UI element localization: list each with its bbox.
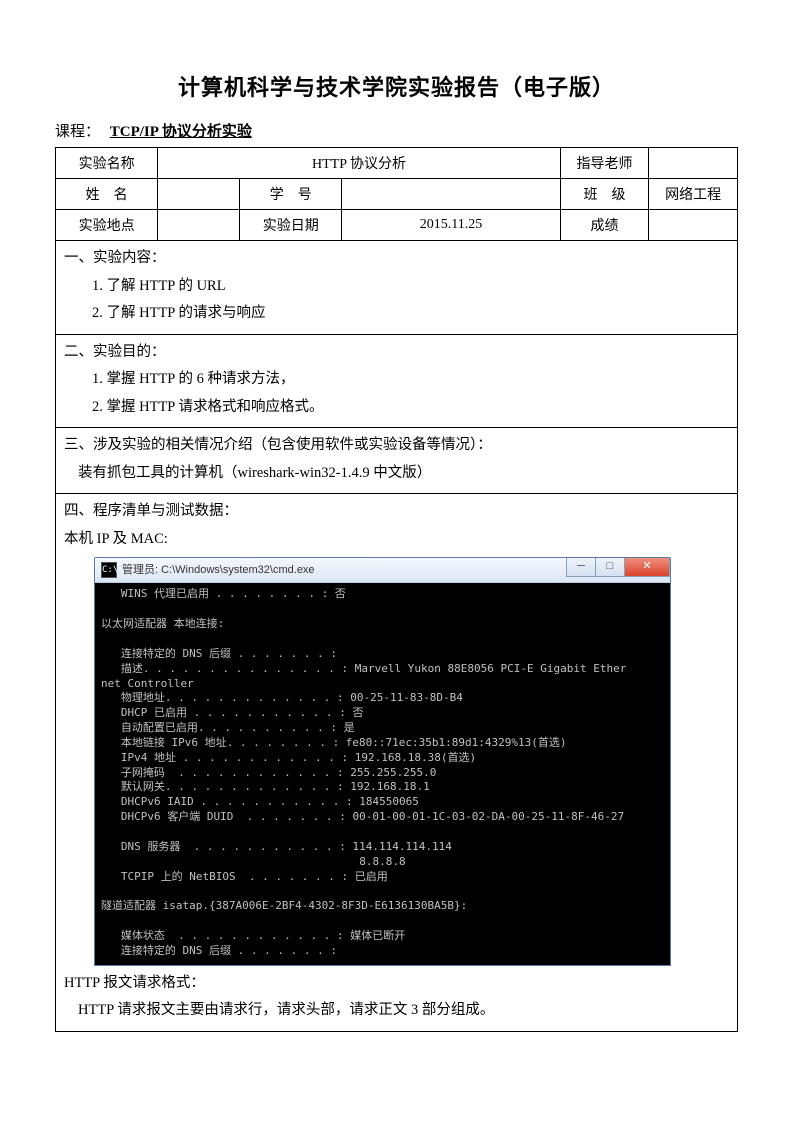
sec2-heading: 二、实验目的： bbox=[64, 339, 729, 367]
cell-teacher-label: 指导老师 bbox=[560, 148, 649, 179]
terminal-window: C:\ 管理员: C:\Windows\system32\cmd.exe ─ □… bbox=[94, 557, 671, 965]
cell-teacher-value bbox=[649, 148, 738, 179]
cell-id-value bbox=[342, 179, 560, 210]
sec4-heading: 四、程序清单与测试数据： bbox=[64, 498, 729, 526]
meta-table: 实验名称 HTTP 协议分析 指导老师 姓 名 学 号 班 级 网络工程 实验地… bbox=[55, 147, 738, 241]
cell-name-value bbox=[158, 179, 240, 210]
terminal-title: 管理员: C:\Windows\system32\cmd.exe bbox=[122, 560, 315, 581]
terminal-body: WINS 代理已启用 . . . . . . . . : 否 以太网适配器 本地… bbox=[95, 583, 670, 964]
cell-score-label: 成绩 bbox=[560, 210, 649, 241]
close-button[interactable]: ✕ bbox=[624, 558, 670, 577]
maximize-button[interactable]: □ bbox=[595, 558, 625, 577]
sec3-heading: 三、涉及实验的相关情况介绍（包含使用软件或实验设备等情况）： bbox=[64, 432, 729, 460]
section-4: 四、程序清单与测试数据： 本机 IP 及 MAC: C:\ 管理员: C:\Wi… bbox=[56, 494, 737, 1030]
course-value: TCP/IP 协议分析实验 bbox=[104, 124, 258, 140]
section-3: 三、涉及实验的相关情况介绍（包含使用软件或实验设备等情况）： 装有抓包工具的计算… bbox=[56, 428, 737, 494]
sec2-line1: 1. 掌握 HTTP 的 6 种请求方法， bbox=[64, 366, 729, 394]
cell-class-value: 网络工程 bbox=[649, 179, 738, 210]
table-row: 实验名称 HTTP 协议分析 指导老师 bbox=[56, 148, 738, 179]
section-2: 二、实验目的： 1. 掌握 HTTP 的 6 种请求方法， 2. 掌握 HTTP… bbox=[56, 335, 737, 429]
sec1-line2: 2. 了解 HTTP 的请求与响应 bbox=[64, 300, 729, 328]
report-page: 计算机科学与技术学院实验报告（电子版） 课程： TCP/IP 协议分析实验 实验… bbox=[0, 0, 793, 1032]
cell-name-label: 姓 名 bbox=[56, 179, 158, 210]
cell-class-label: 班 级 bbox=[560, 179, 649, 210]
section-1: 一、实验内容： 1. 了解 HTTP 的 URL 2. 了解 HTTP 的请求与… bbox=[56, 241, 737, 335]
sec2-line2: 2. 掌握 HTTP 请求格式和响应格式。 bbox=[64, 394, 729, 422]
cell-date-value: 2015.11.25 bbox=[342, 210, 560, 241]
minimize-button[interactable]: ─ bbox=[566, 558, 596, 577]
sec3-line1: 装有抓包工具的计算机（wireshark-win32-1.4.9 中文版） bbox=[64, 460, 729, 488]
cell-date-label: 实验日期 bbox=[240, 210, 342, 241]
sec4-sub1: 本机 IP 及 MAC: bbox=[64, 526, 729, 554]
terminal-titlebar: C:\ 管理员: C:\Windows\system32\cmd.exe ─ □… bbox=[95, 558, 670, 583]
content-box: 一、实验内容： 1. 了解 HTTP 的 URL 2. 了解 HTTP 的请求与… bbox=[55, 241, 738, 1032]
table-row: 姓 名 学 号 班 级 网络工程 bbox=[56, 179, 738, 210]
sec4-endline: HTTP 请求报文主要由请求行，请求头部，请求正文 3 部分组成。 bbox=[64, 997, 729, 1025]
cmd-icon: C:\ bbox=[101, 562, 117, 578]
table-row: 实验地点 实验日期 2015.11.25 成绩 bbox=[56, 210, 738, 241]
cell-exp-name-value: HTTP 协议分析 bbox=[158, 148, 560, 179]
cell-id-label: 学 号 bbox=[240, 179, 342, 210]
cell-place-label: 实验地点 bbox=[56, 210, 158, 241]
sec1-line1: 1. 了解 HTTP 的 URL bbox=[64, 273, 729, 301]
cell-score-value bbox=[649, 210, 738, 241]
cell-place-value bbox=[158, 210, 240, 241]
page-title: 计算机科学与技术学院实验报告（电子版） bbox=[55, 70, 738, 102]
course-label: 课程： bbox=[55, 124, 100, 140]
course-line: 课程： TCP/IP 协议分析实验 bbox=[55, 120, 738, 141]
sec4-sub2: HTTP 报文请求格式： bbox=[64, 970, 729, 998]
sec1-heading: 一、实验内容： bbox=[64, 245, 729, 273]
window-buttons: ─ □ ✕ bbox=[567, 558, 670, 576]
cell-exp-name-label: 实验名称 bbox=[56, 148, 158, 179]
